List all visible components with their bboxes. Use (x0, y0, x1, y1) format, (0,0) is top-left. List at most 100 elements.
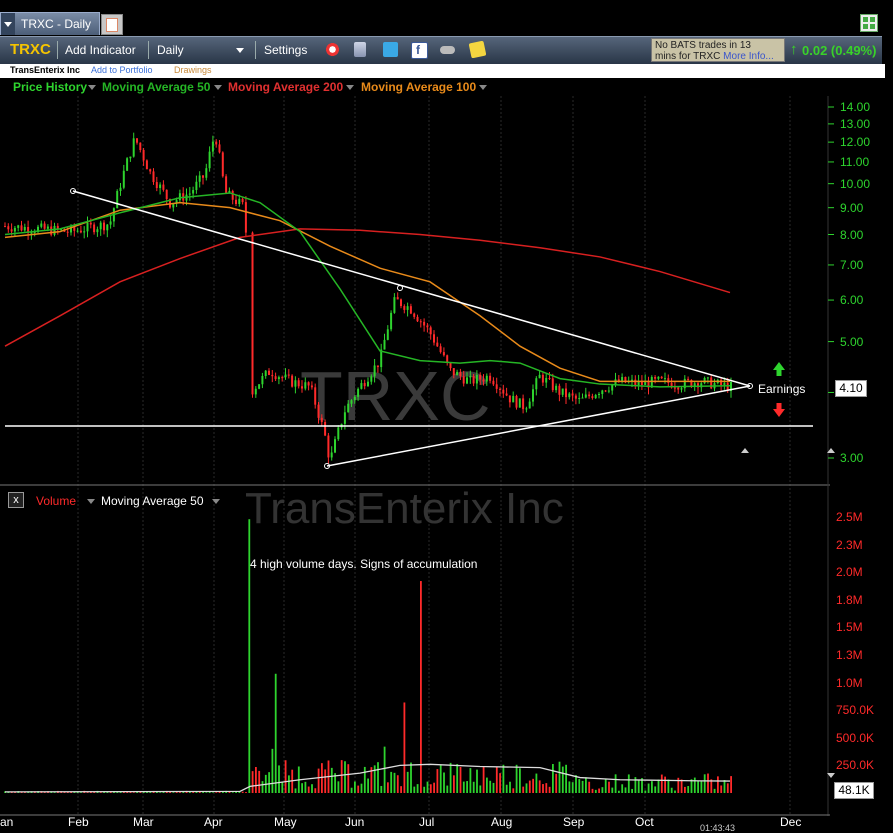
candle-body (400, 299, 402, 307)
new-tab-icon[interactable] (101, 14, 123, 35)
candle-body (297, 380, 300, 387)
candle-body (271, 374, 274, 377)
candle-body (429, 327, 432, 335)
candle-body (294, 380, 297, 387)
y-tick-label: 14.00 (840, 100, 871, 114)
trendline-handle[interactable] (397, 285, 403, 291)
stack-icon[interactable] (354, 42, 366, 57)
volume-bar (571, 782, 574, 793)
symbol-input[interactable]: TRXC (10, 41, 51, 58)
candle-body (17, 225, 20, 228)
bats-line-2: mins for TRXC (655, 51, 721, 62)
chevron-down-icon[interactable] (479, 85, 487, 90)
ma100-line (4, 201, 730, 383)
alarm-icon[interactable] (325, 42, 340, 57)
twitter-icon[interactable] (383, 42, 398, 57)
volume-bar (585, 777, 587, 793)
interval-select[interactable]: Daily (157, 43, 184, 57)
y-tick-label: 12.00 (840, 135, 871, 150)
legend-ma200[interactable]: Moving Average 200 (228, 80, 343, 94)
candle-body (93, 224, 96, 233)
volume-bar (532, 778, 534, 793)
volume-bar (495, 766, 498, 793)
candle-body (505, 393, 508, 396)
tab-bar (0, 10, 893, 36)
note-icon[interactable] (468, 40, 487, 59)
volume-bar (578, 779, 581, 793)
volume-bar (730, 776, 732, 793)
candle-body (512, 395, 515, 403)
candle-body (687, 378, 690, 380)
volume-bar (396, 775, 399, 793)
chevron-down-icon[interactable] (214, 85, 222, 90)
y-tick-label: 5.00 (840, 334, 864, 349)
candle-body (347, 403, 350, 413)
volume-bar (618, 790, 620, 793)
candle-body (7, 226, 10, 230)
legend-ma50[interactable]: Moving Average 50 (102, 80, 210, 94)
volume-ma-title[interactable]: Moving Average 50 (101, 494, 204, 508)
candle-body (479, 374, 482, 380)
volume-tick-label: 1.5M (836, 620, 863, 635)
add-indicator-button[interactable]: Add Indicator (65, 43, 136, 57)
close-icon[interactable]: x (8, 492, 24, 508)
candle-body (545, 378, 548, 383)
candle-body (327, 435, 330, 458)
chevron-down-icon[interactable] (346, 85, 354, 90)
volume-bar (726, 783, 729, 793)
volume-bar (479, 785, 482, 793)
candle-body (126, 158, 129, 171)
add-to-portfolio-link[interactable]: Add to Portfolio (91, 65, 153, 75)
chevron-down-icon[interactable] (87, 499, 95, 504)
legend-ma100[interactable]: Moving Average 100 (361, 80, 476, 94)
settings-button[interactable]: Settings (264, 43, 307, 57)
candle-body (136, 138, 138, 143)
chevron-down-icon[interactable] (236, 48, 244, 53)
candle-body (30, 232, 33, 234)
y-tick-label: 3.00 (840, 451, 864, 465)
candle-body (314, 387, 317, 405)
scroll-up-icon[interactable] (741, 448, 749, 453)
candle-body (89, 222, 92, 225)
volume-bar (482, 766, 485, 793)
divider (148, 41, 149, 59)
candle-body (53, 225, 56, 235)
price-chart[interactable]: TRXC TransEnterix Inc Earnings 4 high vo… (0, 96, 893, 816)
glasses-icon[interactable] (440, 46, 455, 54)
volume-bar (284, 760, 287, 793)
candle-body (413, 313, 416, 317)
drawings-link[interactable]: Drawings (174, 65, 212, 75)
candle-body (403, 306, 406, 310)
candle-body (211, 141, 214, 152)
volume-bar (611, 787, 614, 793)
candle-body (192, 190, 195, 194)
layout-grid-icon[interactable] (860, 14, 878, 32)
candle-body (677, 387, 680, 390)
tab-trxc-daily[interactable]: TRXC - Daily (0, 12, 100, 35)
volume-bar (456, 764, 459, 793)
volume-title[interactable]: Volume (36, 494, 76, 508)
tab-menu-icon[interactable] (1, 13, 15, 35)
volume-bar (598, 788, 600, 793)
volume-bar (172, 792, 175, 793)
company-name: TransEnterix Inc (10, 65, 81, 75)
candle-body (79, 230, 82, 233)
candle-body (165, 189, 168, 200)
volume-bar (443, 772, 445, 793)
volume-tick-label: 2.3M (836, 537, 863, 552)
facebook-icon[interactable]: f (411, 42, 428, 59)
candle-body (287, 374, 290, 376)
volume-bar (680, 779, 683, 793)
chevron-down-icon[interactable] (88, 85, 96, 90)
volume-tick-label: 250.0K (836, 758, 875, 773)
volume-bar (624, 787, 627, 793)
candle-body (66, 231, 69, 233)
candle-body (320, 417, 323, 423)
more-info-link[interactable]: More Info... (723, 51, 774, 62)
legend-price-history[interactable]: Price History (13, 80, 87, 94)
volume-tick-label: 750.0K (836, 703, 875, 718)
volume-bar (241, 791, 244, 793)
candle-body (664, 378, 666, 380)
candle-body (548, 378, 551, 380)
chevron-down-icon[interactable] (212, 499, 220, 504)
